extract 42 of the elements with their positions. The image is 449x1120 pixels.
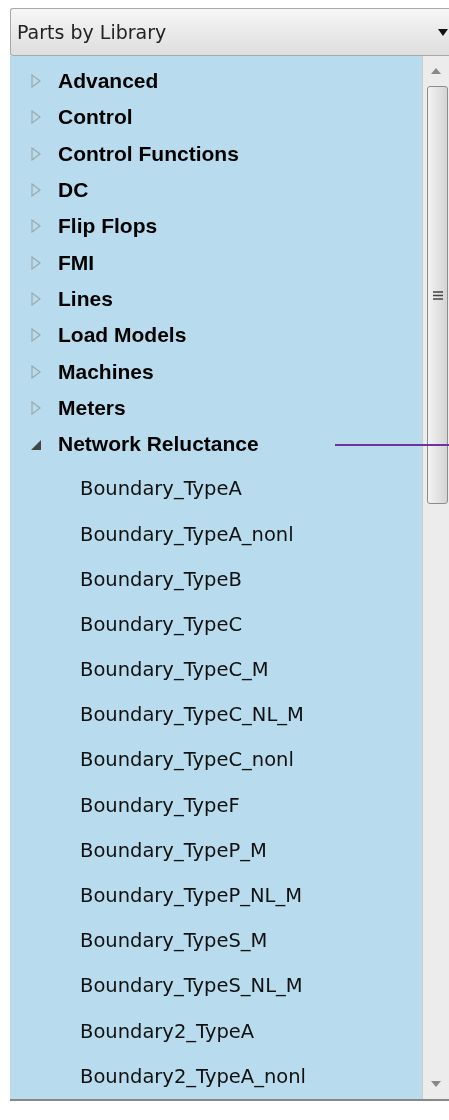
collapsed-triangle-icon[interactable] bbox=[30, 291, 42, 306]
tree-item[interactable]: Boundary_TypeA_nonl bbox=[10, 511, 422, 557]
collapsed-triangle-icon[interactable] bbox=[30, 400, 42, 415]
tree-item[interactable]: Boundary_TypeB bbox=[10, 556, 422, 602]
tree-item[interactable]: Boundary_TypeP_M bbox=[10, 827, 422, 873]
tree-item[interactable]: Boundary_TypeC_nonl bbox=[10, 737, 422, 783]
tree-group-label[interactable]: Lines bbox=[58, 286, 113, 311]
tree-item[interactable]: Boundary_TypeC_M bbox=[10, 647, 422, 693]
caret-icon bbox=[438, 28, 448, 36]
tree-group-label[interactable]: Control Functions bbox=[58, 141, 239, 166]
scroll-up-icon[interactable] bbox=[431, 68, 441, 74]
collapsed-triangle-icon[interactable] bbox=[30, 328, 42, 343]
tree-group-label[interactable]: Network Reluctance bbox=[58, 432, 259, 457]
tree-item[interactable]: Boundary_TypeC bbox=[10, 601, 422, 647]
scrollbar[interactable] bbox=[422, 56, 449, 1099]
tree-item[interactable]: Boundary2_TypeA bbox=[10, 1008, 422, 1054]
scroll-down-icon[interactable] bbox=[431, 1081, 441, 1087]
tree-item[interactable]: Boundary_TypeC_NL_M bbox=[10, 692, 422, 738]
tree-item[interactable]: Boundary2_TypeA_nonl bbox=[10, 1053, 422, 1099]
tree-item[interactable]: Boundary_TypeS_NL_M bbox=[10, 963, 422, 1009]
grip-icon bbox=[432, 290, 443, 300]
collapsed-triangle-icon[interactable] bbox=[30, 255, 42, 270]
tree-group-label[interactable]: Load Models bbox=[58, 323, 187, 348]
library-dropdown[interactable]: Parts by Library bbox=[10, 8, 449, 56]
tree-item[interactable]: Boundary_TypeP_NL_M bbox=[10, 872, 422, 919]
tree-group-label[interactable]: FMI bbox=[58, 250, 95, 275]
tree-group-label[interactable]: Machines bbox=[58, 359, 154, 384]
tree-group-label[interactable]: Meters bbox=[58, 395, 126, 420]
tree-item[interactable]: Boundary_TypeS_M bbox=[10, 918, 422, 964]
collapsed-triangle-icon[interactable] bbox=[30, 183, 42, 198]
tree-group-label[interactable]: Flip Flops bbox=[58, 214, 158, 239]
collapsed-triangle-icon[interactable] bbox=[30, 110, 42, 125]
tree-group-label[interactable]: Advanced bbox=[58, 69, 159, 94]
tree-item[interactable]: Boundary_TypeA bbox=[10, 466, 422, 512]
collapsed-triangle-icon[interactable] bbox=[30, 74, 42, 89]
tree-group-label[interactable]: DC bbox=[58, 178, 89, 203]
scroll-thumb[interactable] bbox=[427, 86, 448, 504]
tree-group-label[interactable]: Control bbox=[58, 105, 133, 130]
collapsed-triangle-icon[interactable] bbox=[30, 364, 42, 379]
collapsed-triangle-icon[interactable] bbox=[30, 219, 42, 234]
tree-item[interactable]: Boundary_TypeF bbox=[10, 782, 422, 828]
collapsed-triangle-icon[interactable] bbox=[30, 146, 42, 161]
